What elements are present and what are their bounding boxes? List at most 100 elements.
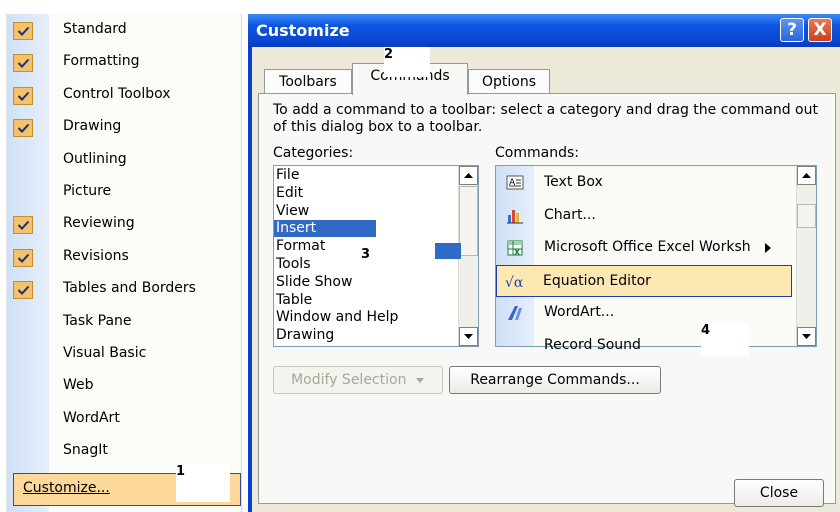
menu-item-label: Outlining	[63, 150, 127, 167]
help-button[interactable]: ?	[780, 18, 804, 42]
menu-item[interactable]: SnagIt	[7, 435, 241, 467]
category-item[interactable]: Window and Help	[276, 309, 398, 326]
checkmark-icon	[13, 54, 33, 73]
command-item[interactable]: √α Equation Editor	[496, 264, 792, 297]
tab-toolbars-label: Toolbars	[279, 74, 337, 90]
command-item-label: Microsoft Office Excel Worksh	[544, 239, 751, 255]
modify-selection-button[interactable]: Modify Selection	[273, 366, 443, 394]
scroll-up-button[interactable]	[459, 166, 478, 185]
menu-item[interactable]: Task Pane	[7, 306, 241, 338]
command-item[interactable]: Chart...	[498, 200, 772, 232]
scroll-thumb[interactable]	[459, 186, 478, 256]
menu-item-label: Revisions	[63, 247, 129, 264]
menu-item-label: Standard	[63, 21, 127, 37]
category-item[interactable]: Slide Show	[276, 274, 352, 291]
arrow-up-icon	[464, 173, 473, 178]
instructions-text: To add a command to a toolbar: select a …	[273, 102, 818, 135]
checkmark-icon	[13, 86, 33, 105]
customize-label: Customize...	[23, 480, 110, 496]
categories-scrollbar[interactable]	[458, 166, 478, 346]
command-item[interactable]: X Microsoft Office Excel Worksh	[498, 232, 772, 264]
scroll-down-button[interactable]	[459, 327, 478, 346]
commands-tab-panel: To add a command to a toolbar: select a …	[258, 93, 836, 504]
command-item-label: Text Box	[544, 174, 603, 190]
menu-item[interactable]: Visual Basic	[7, 338, 241, 370]
category-item[interactable]: File	[276, 167, 299, 184]
help-icon: ?	[787, 20, 797, 40]
category-item[interactable]: Format	[276, 238, 325, 255]
cmd-scroll-up-button[interactable]	[797, 166, 816, 185]
record-sound-icon	[506, 337, 524, 355]
annotation-1-text: 1	[176, 464, 186, 479]
rearrange-label: Rearrange Commands...	[470, 372, 640, 388]
menu-item[interactable]: Tables and Borders	[7, 273, 241, 305]
text-box-icon: A	[506, 174, 524, 192]
category-item[interactable]: Tools	[276, 256, 311, 273]
close-label: Close	[759, 485, 799, 501]
menu-item[interactable]: Drawing	[7, 111, 241, 143]
command-item-label: WordArt...	[544, 304, 615, 320]
close-dialog-button[interactable]: Close	[734, 479, 824, 507]
category-item[interactable]: Table	[276, 292, 312, 309]
chart-icon	[506, 207, 524, 225]
tab-options-label: Options	[481, 74, 537, 90]
title-bar[interactable]: Customize ? X	[248, 14, 840, 47]
annotation-4: 4	[701, 323, 749, 357]
close-icon: X	[813, 20, 827, 40]
menu-item-label: Drawing	[63, 118, 122, 135]
category-item[interactable]: Insert	[274, 220, 376, 238]
menu-item-label: Picture	[63, 183, 112, 199]
menu-item[interactable]: Reviewing	[7, 208, 241, 240]
menu-item[interactable]: Formatting	[7, 46, 241, 78]
arrow-down-icon	[802, 334, 811, 339]
menu-item[interactable]: Standard	[7, 14, 241, 46]
cmd-scroll-thumb[interactable]	[797, 204, 816, 228]
arrow-down-icon	[464, 334, 473, 339]
category-item[interactable]: Edit	[276, 185, 303, 202]
menu-item[interactable]: Control Toolbox	[7, 79, 241, 111]
checkmark-icon	[13, 22, 33, 40]
menu-item-label: Web	[63, 377, 94, 394]
menu-item-label: Tables and Borders	[63, 280, 196, 297]
annotation-4-text: 4	[701, 323, 711, 338]
annotation-2-text: 2	[384, 47, 394, 62]
submenu-arrow-icon	[764, 242, 772, 258]
close-button[interactable]: X	[808, 18, 832, 42]
rearrange-commands-button[interactable]: Rearrange Commands...	[449, 366, 661, 394]
menu-item[interactable]: Outlining	[7, 144, 241, 176]
annotation-3-text: 3	[361, 247, 371, 262]
menu-item-label: Visual Basic	[63, 345, 147, 361]
menu-item[interactable]: Web	[7, 370, 241, 402]
commands-listbox[interactable]: A Text Box Chart... X Microsoft Office Excel…	[495, 165, 817, 353]
customize-dialog: Customize ? X Toolbars Commands Options …	[248, 14, 840, 512]
tab-options[interactable]: Options	[468, 69, 550, 95]
checkmark-icon	[13, 281, 33, 300]
menu-item-label: WordArt	[63, 409, 120, 426]
cmd-scroll-down-button[interactable]	[797, 327, 816, 346]
command-item-label: Record Sound	[544, 336, 641, 353]
tab-toolbars[interactable]: Toolbars	[264, 69, 352, 95]
checkmark-icon	[13, 119, 33, 138]
menu-item-label: Task Pane	[63, 312, 132, 329]
dropdown-arrow-icon	[415, 378, 424, 383]
excel-worksheet-icon: X	[506, 239, 524, 257]
toolbars-menu: Standard Formatting Control Toolbox Drawing…	[6, 14, 242, 512]
svg-text:√α: √α	[505, 275, 524, 291]
wordart-icon	[506, 304, 524, 322]
menu-item[interactable]: WordArt	[7, 403, 241, 435]
equation-icon: √α	[505, 273, 524, 291]
commands-scrollbar[interactable]	[796, 166, 816, 346]
menu-item-label: Formatting	[63, 53, 140, 70]
category-item[interactable]: Drawing	[276, 327, 334, 344]
commands-label: Commands:	[495, 145, 579, 161]
category-selection-tail	[435, 243, 461, 259]
modify-selection-label: Modify Selection	[291, 372, 407, 388]
svg-text:X: X	[514, 248, 521, 257]
menu-item[interactable]: Revisions	[7, 241, 241, 273]
dialog-client: Toolbars Commands Options 2 To add a com…	[252, 47, 840, 512]
command-item[interactable]: A Text Box	[498, 167, 772, 199]
menu-item[interactable]: Picture	[7, 176, 241, 208]
annotation-1: 1	[176, 464, 230, 502]
menu-item-label: SnagIt	[63, 442, 108, 459]
category-item[interactable]: View	[276, 203, 309, 220]
